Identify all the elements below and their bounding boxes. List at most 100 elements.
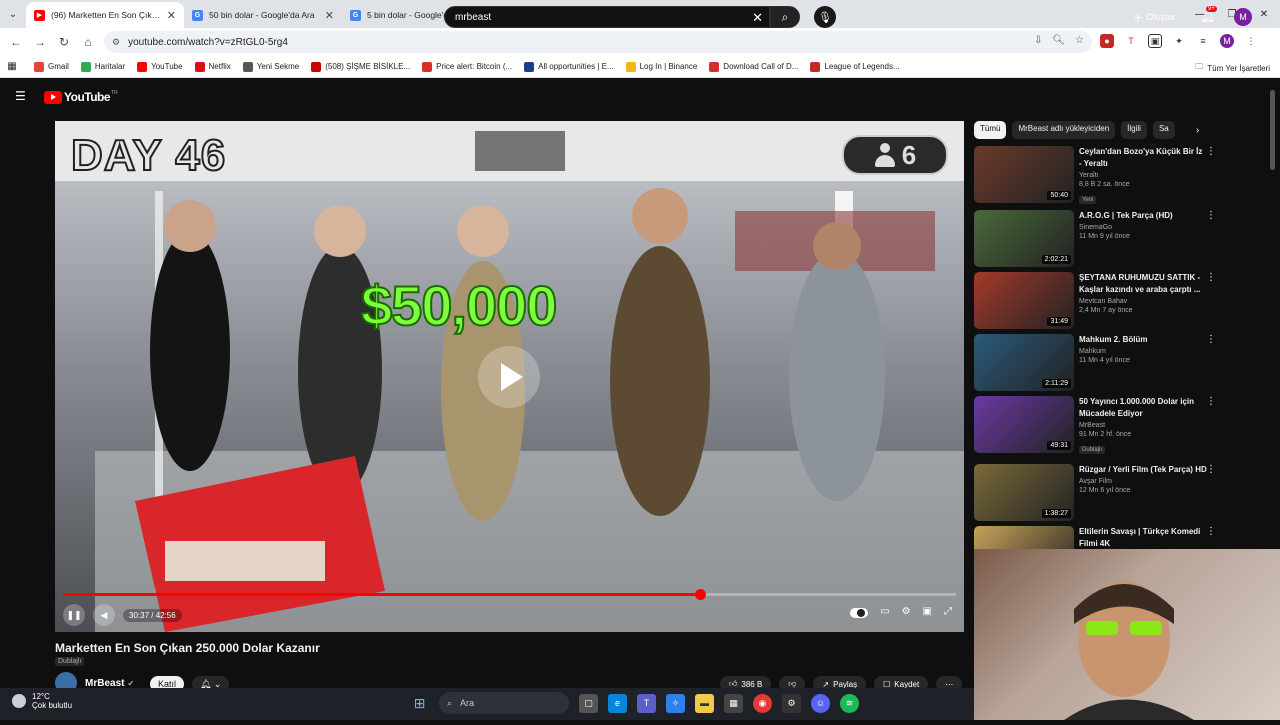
extension-icon[interactable]: ● — [1100, 34, 1114, 48]
weather-widget[interactable]: 12°C Çok bulutlu — [12, 692, 72, 710]
clear-search-icon[interactable]: ✕ — [752, 10, 763, 26]
menu-icon[interactable]: ☰ — [15, 90, 27, 102]
video-thumbnail[interactable]: 31:49 — [974, 272, 1074, 329]
fullscreen-icon[interactable]: ⤢ — [944, 606, 952, 618]
autoplay-toggle[interactable] — [850, 608, 869, 618]
video-thumbnail[interactable]: 1:38:27 — [974, 464, 1074, 521]
big-play-button[interactable] — [478, 346, 540, 408]
browser-menu-icon[interactable]: ⋮ — [1244, 34, 1258, 48]
bookmark-item[interactable]: Gmail — [34, 61, 69, 72]
close-window-button[interactable]: ✕ — [1248, 0, 1280, 28]
search-button[interactable]: ⌕ — [770, 6, 800, 28]
bookmark-star-icon[interactable]: ☆ — [1075, 35, 1084, 46]
page-scrollbar[interactable] — [1270, 90, 1275, 170]
video-title[interactable]: Mahkum 2. Bölüm — [1079, 334, 1207, 346]
taskbar-search[interactable]: ⌕ Ara — [439, 692, 569, 714]
edge-icon[interactable]: e — [608, 693, 627, 713]
install-icon[interactable]: ⇩ — [1034, 35, 1042, 46]
bookmark-item[interactable]: Log In | Binance — [625, 61, 697, 72]
back-button[interactable]: ← — [4, 35, 28, 49]
bookmark-item[interactable]: All opportunities | E... — [524, 61, 614, 72]
video-channel[interactable]: Avşar Film — [1079, 478, 1207, 485]
video-thumbnail[interactable]: 2:11:29 — [974, 334, 1074, 391]
video-channel[interactable]: Mevtcan Bahav — [1079, 298, 1207, 305]
app-icon[interactable]: ⚙ — [782, 693, 801, 713]
account-avatar[interactable]: M — [1234, 8, 1252, 26]
youtube-logo[interactable]: YouTube TR — [44, 90, 118, 104]
settings-gear-icon[interactable]: ⚙ — [902, 606, 911, 618]
more-options-icon[interactable]: ⋮ — [1206, 334, 1216, 345]
video-channel[interactable]: Yeraltı — [1079, 172, 1207, 179]
miniplayer-icon[interactable]: ▣ — [923, 606, 932, 618]
tab-search-button[interactable]: ⌄ — [0, 0, 26, 28]
url-input[interactable]: ⚙ youtube.com/watch?v=zRtGL0-5rg4 ⇩ 🔍︎ ☆ — [104, 31, 1092, 53]
spotify-icon[interactable]: ≋ — [840, 693, 859, 713]
profile-avatar[interactable]: M — [1220, 34, 1234, 48]
volume-icon[interactable]: ◀ — [93, 604, 115, 626]
subtitles-icon[interactable]: ▭ — [880, 606, 889, 618]
copilot-icon[interactable]: ✧ — [666, 693, 685, 713]
chrome-icon[interactable]: ◉ — [753, 693, 772, 713]
filter-chip[interactable]: MrBeast adlı yükleyiciden — [1012, 121, 1116, 139]
video-thumbnail[interactable]: 2:02:21 — [974, 210, 1074, 267]
close-tab-icon[interactable]: ✕ — [325, 9, 334, 22]
zoom-icon[interactable]: 🔍︎ — [1052, 35, 1065, 46]
browser-tab[interactable]: G 50 bin dolar - Google'da Ara ✕ — [184, 2, 342, 28]
more-options-icon[interactable]: ⋮ — [1206, 396, 1216, 407]
channel-name[interactable]: MrBeast — [85, 678, 124, 689]
bookmark-item[interactable]: League of Legends... — [810, 61, 900, 72]
home-button[interactable]: ⌂ — [76, 35, 100, 49]
bookmark-item[interactable]: Netflix — [194, 61, 231, 72]
video-channel[interactable]: SinemaGo — [1079, 224, 1207, 231]
more-options-icon[interactable]: ⋮ — [1206, 526, 1216, 537]
progress-bar[interactable] — [63, 589, 956, 600]
all-bookmarks[interactable]: 🗀 Tüm Yer İşaretleri — [1195, 61, 1270, 75]
bookmark-item[interactable]: Haritalar — [80, 61, 125, 72]
bookmark-item[interactable]: Yeni Sekme — [242, 61, 299, 72]
bookmark-item[interactable]: Price alert: Bitcoin (... — [422, 61, 512, 72]
media-icon[interactable]: ≡ — [1196, 34, 1210, 48]
extension-icon[interactable]: ▣ — [1148, 34, 1162, 48]
video-channel[interactable]: MrBeast — [1079, 422, 1207, 429]
recommended-video[interactable]: 2:02:21 A.R.O.G | Tek Parça (HD) SinemaGo 1… — [974, 210, 1218, 268]
extension-icon[interactable]: T — [1124, 34, 1138, 48]
file-explorer-icon[interactable]: ▬ — [695, 693, 714, 713]
store-icon[interactable]: ▦ — [724, 693, 743, 713]
discord-icon[interactable]: ☺ — [811, 693, 830, 713]
recommended-video[interactable]: 50:40 Ceylan'dan Bozo'ya Küçük Bir İz - Y… — [974, 146, 1218, 204]
video-title[interactable]: A.R.O.G | Tek Parça (HD) — [1079, 210, 1207, 222]
task-view-icon[interactable]: ▢ — [579, 693, 598, 713]
video-title[interactable]: Eltilerin Savaşı | Türkçe Komedi Filmi 4… — [1079, 526, 1207, 550]
more-options-icon[interactable]: ⋮ — [1206, 210, 1216, 221]
browser-tab[interactable]: ▶ (96) Marketten En Son Çıkan 25… ✕ — [26, 2, 184, 28]
voice-search-icon[interactable]: 🎙︎ — [814, 6, 836, 28]
bookmark-item[interactable]: YouTube — [137, 61, 183, 72]
recommended-video[interactable]: 2:11:29 Mahkum 2. Bölüm Mahkum 11 Mn 4 yıl … — [974, 334, 1218, 392]
more-options-icon[interactable]: ⋮ — [1206, 464, 1216, 475]
notifications-bell-icon[interactable]: 🔔︎ 9+ — [1200, 6, 1217, 23]
filter-chip[interactable]: İlgili — [1121, 121, 1147, 139]
apps-grid-icon[interactable]: ▦ — [0, 61, 24, 72]
filter-chip[interactable]: Tümü — [974, 121, 1007, 139]
video-channel[interactable]: Mahkum — [1079, 348, 1207, 355]
video-title[interactable]: 50 Yayıncı 1.000.000 Dolar için Mücadele… — [1079, 396, 1207, 420]
chevron-right-icon[interactable]: › — [1196, 125, 1199, 136]
video-title[interactable]: Ceylan'dan Bozo'ya Küçük Bir İz - Yeralt… — [1079, 146, 1207, 170]
close-tab-icon[interactable]: ✕ — [167, 9, 176, 22]
pause-button[interactable]: ❚❚ — [63, 604, 85, 626]
video-thumbnail[interactable]: 50:40 — [974, 146, 1074, 203]
extensions-puzzle-icon[interactable]: ✦ — [1172, 34, 1186, 48]
search-input[interactable]: mrbeast ✕ — [444, 6, 770, 28]
create-button[interactable]: + Oluştur — [1134, 9, 1175, 25]
windows-start-icon[interactable]: ⊞ — [410, 694, 429, 713]
teams-icon[interactable]: T — [637, 693, 656, 713]
video-player[interactable]: DAY 46 6 $50,000 ❚❚ ◀ 30:37 / 42:56 ▭ ⚙ … — [55, 121, 964, 632]
more-options-icon[interactable]: ⋮ — [1206, 272, 1216, 283]
more-options-icon[interactable]: ⋮ — [1206, 146, 1216, 157]
video-title[interactable]: Rüzgar / Yerli Film (Tek Parça) HD — [1079, 464, 1207, 476]
bookmark-item[interactable]: (508) ŞİŞME BİSİKLE... — [311, 61, 410, 72]
recommended-video[interactable]: 49:31 50 Yayıncı 1.000.000 Dolar için Müc… — [974, 396, 1218, 454]
reload-button[interactable]: ↻ — [52, 35, 76, 49]
recommended-video[interactable]: 1:38:27 Rüzgar / Yerli Film (Tek Parça) H… — [974, 464, 1218, 522]
bookmark-item[interactable]: Download Call of D... — [709, 61, 798, 72]
